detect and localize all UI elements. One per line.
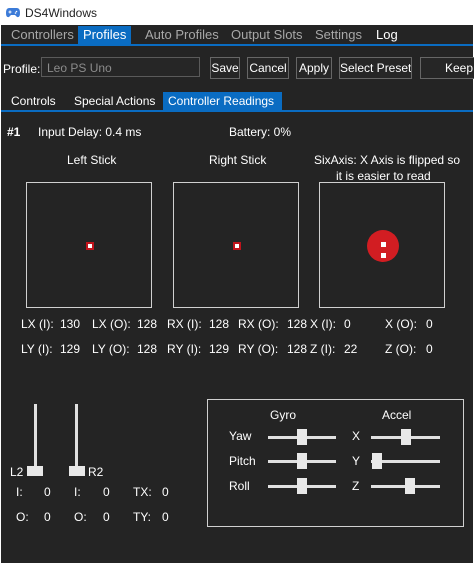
main-tab-underline: [1, 44, 473, 46]
title-bar: DS4Windows: [0, 0, 474, 25]
pitch-slider-thumb[interactable]: [297, 453, 307, 469]
sixaxis-subtitle: it is easier to read: [336, 169, 431, 183]
cancel-button[interactable]: Cancel: [247, 57, 289, 79]
sixaxis-z-input-label: Z (I):: [310, 342, 336, 356]
right-stick-title: Right Stick: [209, 153, 267, 167]
sixaxis-x-input-value: 0: [344, 317, 351, 331]
l2-input-label: I:: [16, 485, 23, 499]
select-preset-button[interactable]: Select Preset: [339, 57, 412, 79]
rx-input-label: RX (I):: [167, 317, 202, 331]
r2-input-value: 0: [103, 485, 110, 499]
accel-y-slider-thumb[interactable]: [372, 453, 383, 469]
sixaxis-pad: [319, 182, 445, 308]
controller-number: #1: [7, 125, 21, 139]
sixaxis-z-output-value: 0: [426, 342, 433, 356]
rx-output-value: 128: [287, 317, 308, 331]
rx-output-label: RX (O):: [238, 317, 279, 331]
sixaxis-mark-top: [381, 242, 386, 247]
l2-output-label: O:: [16, 510, 29, 524]
tab-log[interactable]: Log: [371, 26, 403, 44]
input-delay: Input Delay: 0.4 ms: [38, 125, 142, 139]
ty-value: 0: [162, 510, 169, 524]
r2-slider-track: [75, 404, 78, 472]
accel-title: Accel: [382, 408, 412, 422]
sixaxis-title: SixAxis: X Axis is flipped so: [314, 153, 461, 167]
roll-label: Roll: [229, 479, 250, 493]
lx-output-value: 128: [137, 317, 158, 331]
keep-button[interactable]: Keep: [420, 57, 474, 79]
profile-label: Profile:: [3, 62, 41, 76]
subtab-controls[interactable]: Controls: [6, 92, 61, 111]
yaw-slider-thumb[interactable]: [297, 429, 307, 445]
accel-z-label: Z: [352, 479, 360, 493]
tx-value: 0: [162, 485, 169, 499]
yaw-label: Yaw: [229, 429, 252, 443]
left-stick-pad: [26, 182, 152, 308]
accel-x-slider-thumb[interactable]: [400, 429, 411, 445]
gyro-title: Gyro: [270, 408, 297, 422]
l2-slider-thumb[interactable]: [27, 466, 43, 476]
subtab-controller-readings[interactable]: Controller Readings: [163, 92, 282, 111]
l2-input-value: 0: [44, 485, 51, 499]
accel-x-label: X: [352, 429, 361, 443]
l2-output-value: 0: [44, 510, 51, 524]
ry-input-value: 129: [209, 342, 230, 356]
accel-z-slider-thumb[interactable]: [404, 478, 415, 494]
lx-output-label: LX (O):: [92, 317, 131, 331]
r2-output-value: 0: [103, 510, 110, 524]
right-stick-indicator: [233, 242, 241, 250]
ty-label: TY:: [133, 510, 152, 524]
accel-y-label: Y: [352, 454, 361, 468]
ly-input-label: LY (I):: [21, 342, 53, 356]
lx-input-value: 130: [60, 317, 81, 331]
tab-settings[interactable]: Settings: [310, 26, 367, 44]
ry-output-label: RY (O):: [238, 342, 279, 356]
sixaxis-x-input-label: X (I):: [310, 317, 336, 331]
r2-slider-thumb[interactable]: [69, 466, 85, 476]
ry-input-label: RY (I):: [167, 342, 202, 356]
r2-label: R2: [88, 465, 104, 479]
tab-auto-profiles[interactable]: Auto Profiles: [140, 26, 224, 44]
profile-name-input[interactable]: Leo PS Uno: [41, 57, 200, 77]
sixaxis-x-output-value: 0: [426, 317, 433, 331]
apply-button[interactable]: Apply: [296, 57, 332, 79]
subtab-special-actions[interactable]: Special Actions: [69, 92, 160, 111]
window-title: DS4Windows: [25, 6, 98, 20]
sixaxis-z-input-value: 22: [344, 342, 358, 356]
ly-output-value: 128: [137, 342, 158, 356]
tab-controllers[interactable]: Controllers: [6, 26, 79, 44]
sixaxis-x-output-label: X (O):: [385, 317, 417, 331]
ry-output-value: 128: [287, 342, 308, 356]
lx-input-label: LX (I):: [21, 317, 54, 331]
sixaxis-z-output-label: Z (O):: [385, 342, 417, 356]
pitch-label: Pitch: [229, 454, 256, 468]
tab-output-slots[interactable]: Output Slots: [226, 26, 308, 44]
l2-slider-track: [34, 404, 37, 472]
rx-input-value: 128: [209, 317, 230, 331]
right-stick-pad: [173, 182, 299, 308]
tab-profiles[interactable]: Profiles: [78, 26, 132, 44]
gamepad-icon: [6, 8, 20, 18]
r2-output-label: O:: [74, 510, 87, 524]
l2-label: L2: [10, 465, 24, 479]
left-stick-indicator: [86, 242, 94, 250]
sixaxis-mark-bottom: [381, 253, 386, 258]
battery-level: Battery: 0%: [229, 125, 292, 139]
roll-slider-thumb[interactable]: [297, 478, 307, 494]
save-button[interactable]: Save: [210, 57, 240, 79]
sub-tab-underline: [1, 110, 473, 112]
left-stick-title: Left Stick: [67, 153, 117, 167]
ly-input-value: 129: [60, 342, 81, 356]
ly-output-label: LY (O):: [92, 342, 130, 356]
tx-label: TX:: [133, 485, 152, 499]
r2-input-label: I:: [74, 485, 81, 499]
